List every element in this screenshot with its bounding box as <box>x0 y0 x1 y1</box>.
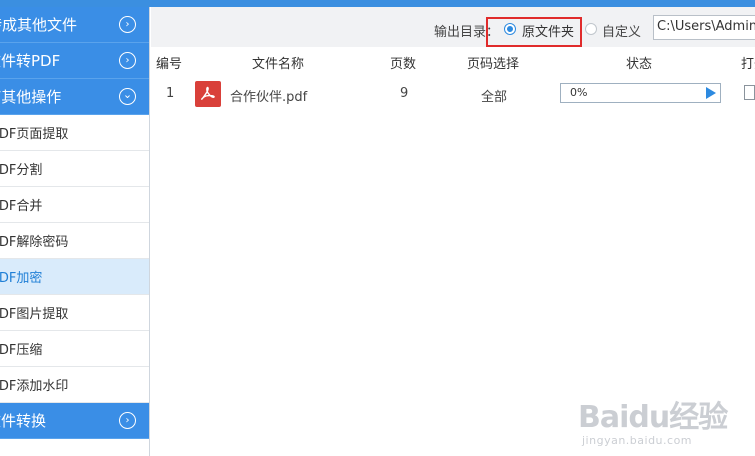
sidebar: 转成其他文件 › 文件转PDF › PDF其他操作 ⌄ PDF页面提取 PDF分… <box>0 7 150 456</box>
app-window: 转成其他文件 › 文件转PDF › PDF其他操作 ⌄ PDF页面提取 PDF分… <box>0 0 755 456</box>
column-header-index: 编号 <box>156 57 183 72</box>
sidebar-item-label: PDF分割 <box>0 163 43 178</box>
sidebar-item-label: PDF合并 <box>0 199 43 214</box>
chevron-right-circle-icon[interactable]: › <box>119 16 136 33</box>
sidebar-category-pdf-other[interactable]: PDF其他操作 ⌄ <box>0 79 149 115</box>
column-header-open: 打开 <box>741 57 755 72</box>
chevron-down-circle-icon[interactable]: ⌄ <box>119 88 136 105</box>
sidebar-item-label: 文件转PDF <box>0 52 61 70</box>
pdf-file-icon <box>195 81 221 107</box>
watermark: Baidu经验 jingyan.baidu.com <box>578 392 728 447</box>
column-header-pages: 页数 <box>390 57 417 72</box>
chevron-right-circle-icon[interactable]: › <box>119 412 136 429</box>
sidebar-item-pdf-image-extract[interactable]: PDF图片提取 <box>0 295 149 331</box>
sidebar-item-pdf-watermark[interactable]: PDF添加水印 <box>0 367 149 403</box>
sidebar-item-label: 文件转换 <box>0 412 47 430</box>
sidebar-item-label: PDF其他操作 <box>0 88 62 106</box>
highlight-box <box>486 17 582 47</box>
sidebar-item-label: PDF解除密码 <box>0 235 69 250</box>
play-icon[interactable] <box>706 87 716 99</box>
sidebar-item-label: PDF页面提取 <box>0 127 69 142</box>
row-index: 1 <box>166 86 175 101</box>
sidebar-category-file-to-pdf[interactable]: 文件转PDF › <box>0 43 149 79</box>
sidebar-item-pdf-compress[interactable]: PDF压缩 <box>0 331 149 367</box>
sidebar-item-pdf-split[interactable]: PDF分割 <box>0 151 149 187</box>
row-page-selection[interactable]: 全部 <box>481 86 507 105</box>
sidebar-item-pdf-remove-password[interactable]: PDF解除密码 <box>0 223 149 259</box>
output-toolbar: 输出目录： 原文件夹 自定义 C:\Users\Administrator\De… <box>151 7 755 47</box>
sidebar-category-file-convert[interactable]: 文件转换 › <box>0 403 149 439</box>
sidebar-item-label: 转成其他文件 <box>0 16 78 34</box>
sidebar-item-label: PDF压缩 <box>0 343 43 358</box>
watermark-main: Baidu经验 <box>578 400 728 435</box>
sidebar-item-label: PDF添加水印 <box>0 379 69 394</box>
chevron-right-circle-icon[interactable]: › <box>119 52 136 69</box>
row-filename: 合作伙伴.pdf <box>230 90 308 105</box>
table-row[interactable]: 1 合作伙伴.pdf 9 全部 0% <box>151 80 755 110</box>
sidebar-item-pdf-encrypt[interactable]: PDF加密 <box>0 259 149 295</box>
sidebar-item-label: PDF加密 <box>0 271 43 286</box>
progress-text: 0% <box>570 86 588 99</box>
radio-custom[interactable] <box>585 23 597 35</box>
sidebar-item-label: PDF图片提取 <box>0 307 69 322</box>
open-file-icon[interactable] <box>744 85 755 100</box>
column-header-page-selection: 页码选择 <box>467 57 520 72</box>
column-header-status: 状态 <box>626 57 653 72</box>
title-bar-strip <box>0 0 755 7</box>
row-pages: 9 <box>400 86 409 101</box>
sidebar-category-convert-other[interactable]: 转成其他文件 › <box>0 7 149 43</box>
progress-bar: 0% <box>560 83 721 103</box>
table-header: 编号 文件名称 页数 页码选择 状态 打开 <box>151 47 755 75</box>
sidebar-item-pdf-page-extract[interactable]: PDF页面提取 <box>0 115 149 151</box>
radio-custom-label[interactable]: 自定义 <box>602 21 641 40</box>
sidebar-item-pdf-merge[interactable]: PDF合并 <box>0 187 149 223</box>
column-header-filename: 文件名称 <box>252 57 305 72</box>
output-path-input[interactable]: C:\Users\Administrator\Desktop <box>653 15 755 40</box>
